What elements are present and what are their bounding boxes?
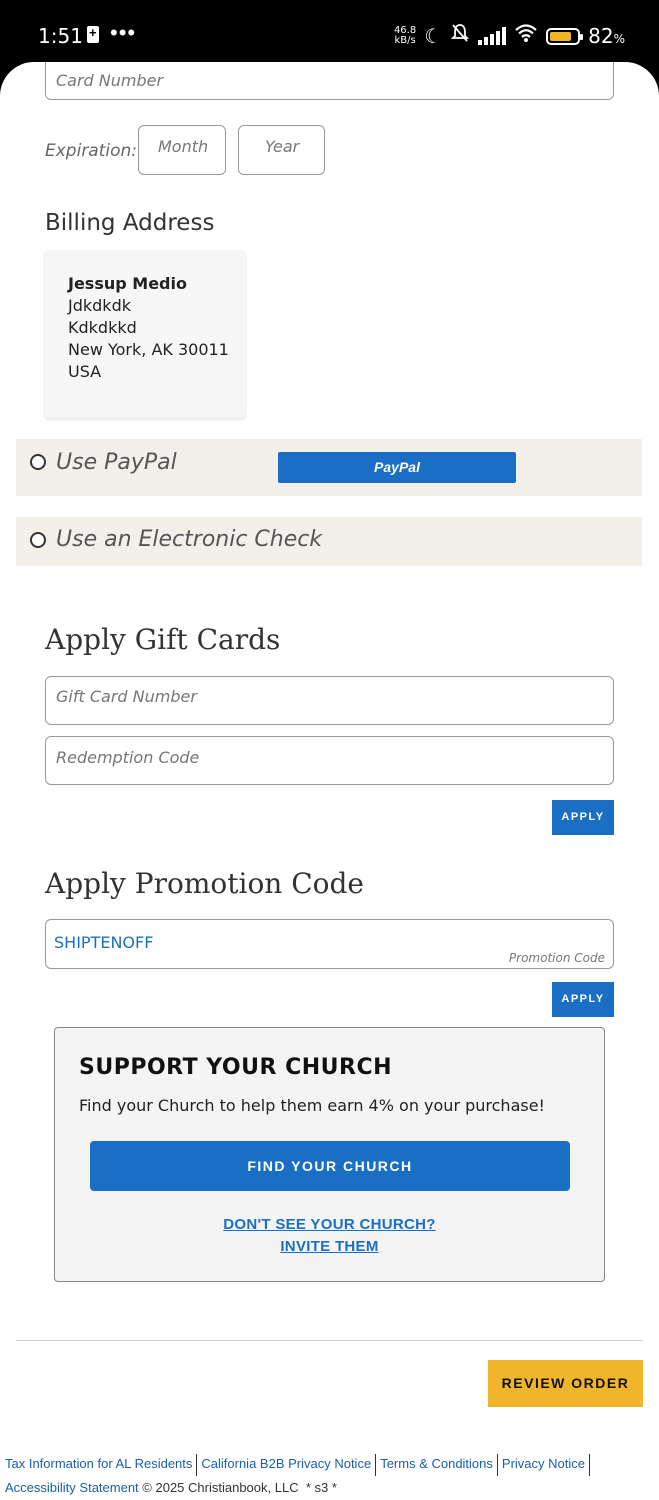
year-placeholder: Year [265, 137, 300, 156]
gift-card-number-input[interactable]: Gift Card Number [45, 676, 614, 725]
footer: Tax Information for AL Residents Californ… [5, 1452, 655, 1500]
electronic-check-label: Use an Electronic Check [56, 527, 323, 552]
status-icons: 46.8 kB/s ☾ 82% [394, 22, 625, 50]
footer-link-tax-info[interactable]: Tax Information for AL Residents [5, 1456, 192, 1471]
promotion-code-value: SHIPTENOFF [54, 933, 154, 952]
gift-card-number-placeholder: Gift Card Number [56, 687, 197, 706]
expiration-label: Expiration: [45, 141, 138, 161]
more-notifications-icon: ••• [110, 20, 137, 45]
footer-copyright: © 2025 Christianbook, LLC [142, 1480, 299, 1495]
card-number-placeholder: Card Number [56, 71, 164, 90]
paypal-option[interactable]: Use PayPal PayPal [16, 439, 642, 496]
support-church-description: Find your Church to help them earn 4% on… [79, 1096, 545, 1115]
footer-link-terms[interactable]: Terms & Conditions [380, 1456, 493, 1471]
billing-address-card[interactable]: Jessup Medio Jdkdkdk Kdkdkkd New York, A… [45, 251, 245, 418]
dont-see-church-link[interactable]: DON'T SEE YOUR CHURCH? [55, 1216, 604, 1233]
network-speed-unit: kB/s [394, 35, 416, 46]
section-divider [16, 1340, 643, 1341]
redemption-code-input[interactable]: Redemption Code [45, 736, 614, 785]
footer-separator [588, 1453, 590, 1476]
find-church-button[interactable]: FIND YOUR CHURCH [90, 1141, 570, 1191]
billing-line2: Kdkdkkd [68, 318, 137, 337]
billing-country: USA [68, 362, 102, 381]
paypal-button[interactable]: PayPal [278, 452, 516, 483]
battery-icon [546, 27, 584, 45]
card-number-input[interactable]: Card Number [45, 62, 614, 100]
expiration-year-input[interactable]: Year [238, 125, 325, 175]
footer-link-california-privacy[interactable]: California B2B Privacy Notice [201, 1456, 371, 1471]
billing-name: Jessup Medio [68, 274, 187, 293]
promotion-heading: Apply Promotion Code [45, 867, 365, 900]
billing-city-line: New York, AK 30011 [68, 340, 229, 359]
battery-percent: 82% [588, 24, 625, 48]
checkout-sheet: Card Number Expiration: Month Year Billi… [0, 62, 659, 1500]
electronic-check-option[interactable]: Use an Electronic Check [16, 517, 642, 566]
paypal-radio[interactable] [30, 454, 46, 470]
billing-address-heading: Billing Address [45, 210, 215, 236]
battery-saver-icon [87, 25, 99, 43]
footer-link-accessibility[interactable]: Accessibility Statement [5, 1480, 139, 1495]
apply-promotion-button[interactable]: APPLY [552, 982, 614, 1017]
support-church-panel: SUPPORT YOUR CHURCH Find your Church to … [54, 1027, 605, 1282]
footer-server-tag: * s3 * [305, 1480, 337, 1495]
redemption-code-placeholder: Redemption Code [56, 748, 200, 767]
electronic-check-radio[interactable] [30, 532, 46, 548]
wifi-icon [514, 23, 538, 49]
battery-percent-suffix: % [613, 32, 625, 46]
network-speed: 46.8 kB/s [394, 26, 416, 46]
month-placeholder: Month [158, 137, 209, 156]
support-church-heading: SUPPORT YOUR CHURCH [79, 1055, 393, 1080]
do-not-disturb-moon-icon: ☾ [424, 25, 443, 48]
expiration-month-input[interactable]: Month [138, 125, 226, 175]
promotion-code-input[interactable]: SHIPTENOFF Promotion Code [45, 919, 614, 969]
bell-muted-icon [450, 23, 470, 49]
footer-separator [496, 1453, 498, 1476]
apply-gift-card-button[interactable]: APPLY [552, 800, 614, 835]
gift-cards-heading: Apply Gift Cards [45, 623, 281, 656]
footer-link-privacy[interactable]: Privacy Notice [502, 1456, 585, 1471]
status-bar: 1:51 ••• 46.8 kB/s ☾ 82% [0, 0, 659, 70]
billing-line1: Jdkdkdk [68, 296, 131, 315]
clock: 1:51 [38, 24, 83, 48]
footer-separator [375, 1453, 377, 1476]
paypal-option-label: Use PayPal [56, 450, 177, 475]
footer-separator [196, 1453, 198, 1476]
review-order-button[interactable]: REVIEW ORDER [488, 1360, 643, 1407]
signal-icon [478, 27, 507, 45]
battery-percent-value: 82 [588, 24, 614, 48]
invite-church-link[interactable]: INVITE THEM [55, 1238, 604, 1255]
promotion-code-label: Promotion Code [508, 951, 605, 965]
